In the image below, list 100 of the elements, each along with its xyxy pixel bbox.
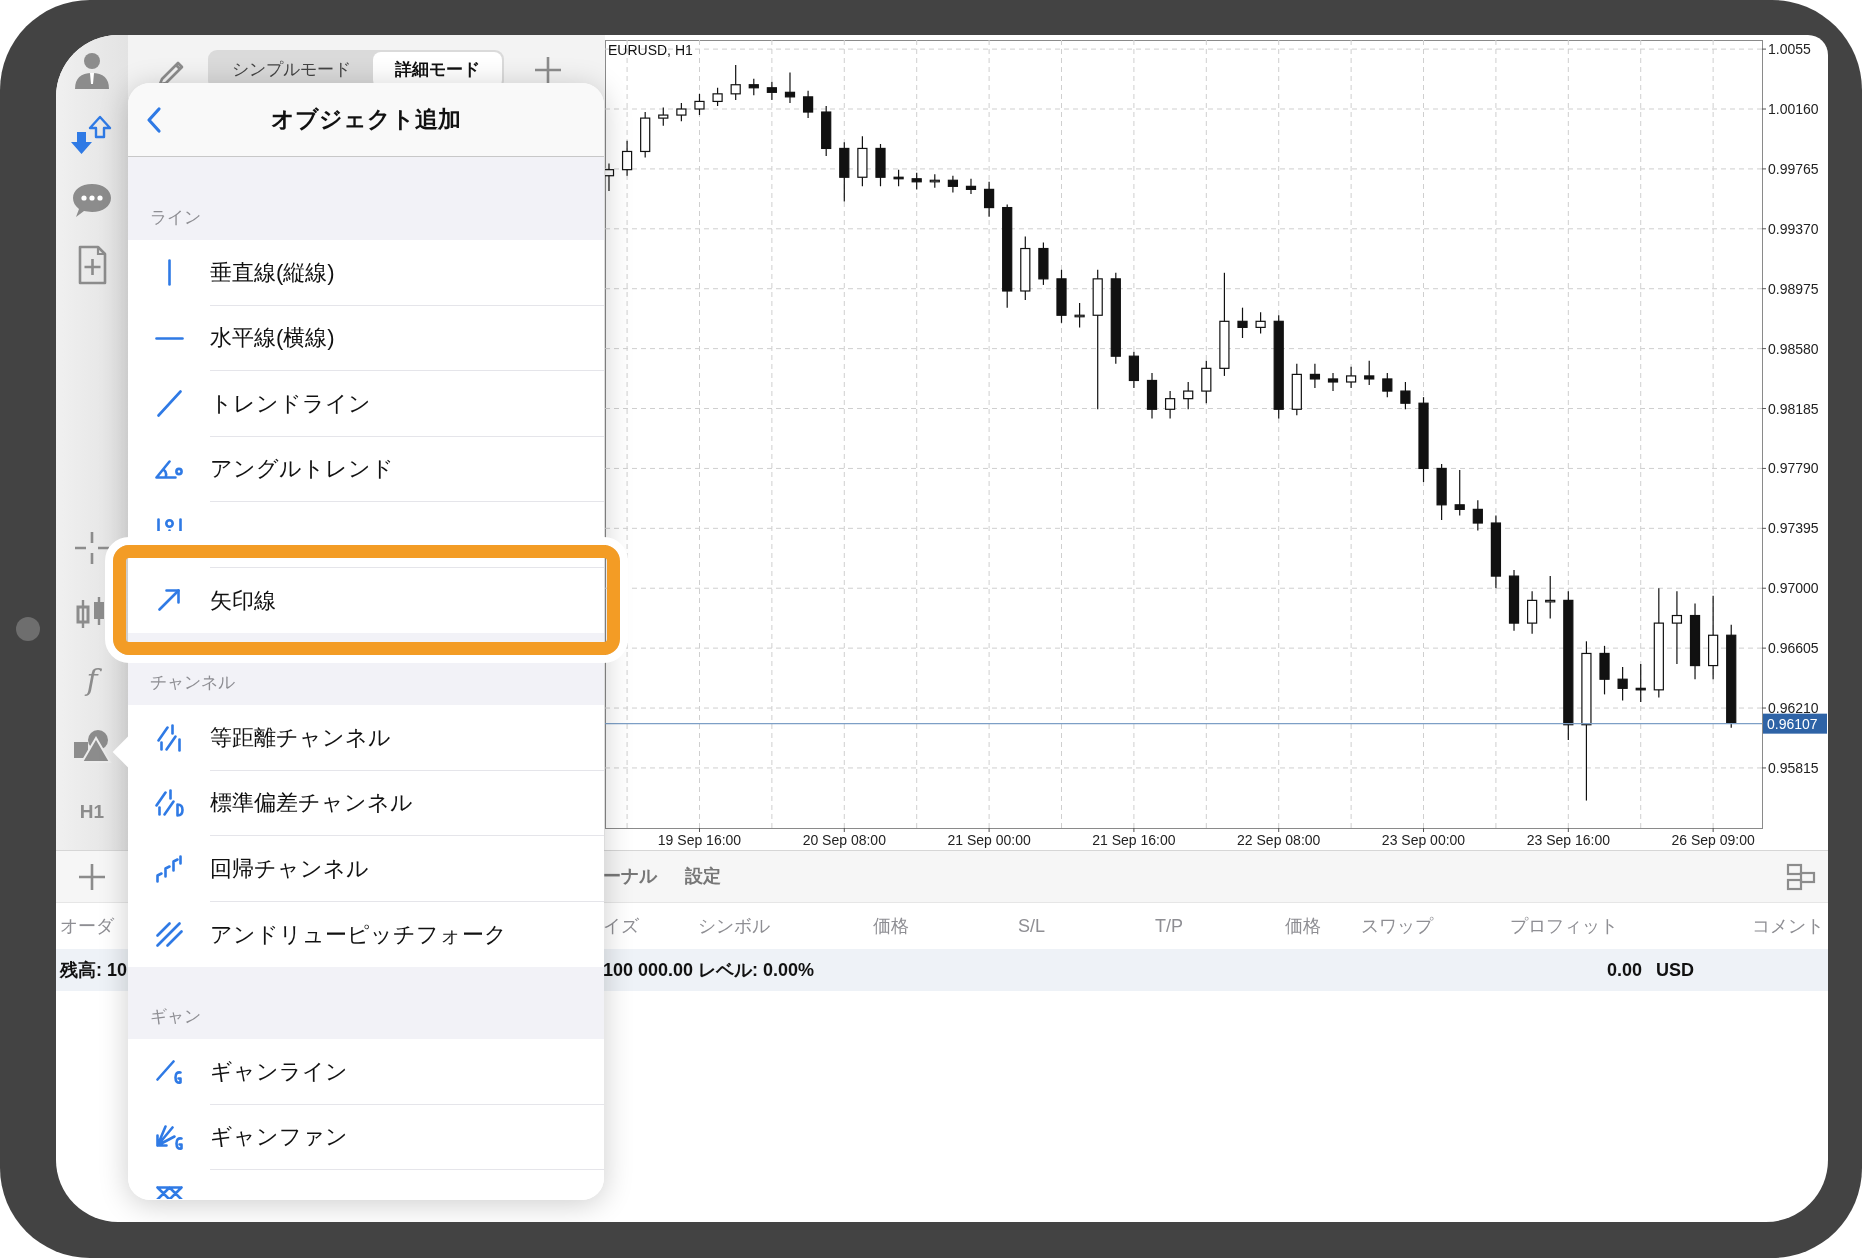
candle (929, 173, 940, 189)
column-header: スワップ (1361, 914, 1435, 938)
time-label: 23 Sep 00:00 (1381, 832, 1466, 848)
candle (1472, 499, 1483, 532)
candle (821, 105, 832, 157)
time-label: 19 Sep 16:00 (657, 832, 742, 848)
candle (802, 90, 814, 119)
candle (766, 81, 777, 101)
candle (1201, 360, 1212, 404)
time-label: 26 Sep 09:00 (1671, 832, 1755, 848)
time-label: 22 Sep 08:00 (1237, 832, 1321, 848)
time-label: 20 Sep 08:00 (802, 832, 886, 848)
tool-icon (157, 723, 181, 752)
candle (1038, 241, 1049, 286)
candle (1255, 311, 1266, 335)
candle (784, 72, 796, 104)
account-summary: 100 000.00 レベル: 0.00% (603, 958, 815, 982)
candle (640, 111, 651, 159)
tool-icon (156, 854, 182, 883)
candle (1527, 590, 1538, 635)
candle (730, 64, 741, 101)
price-label: 0.99765 (1768, 160, 1819, 177)
candle (621, 140, 633, 177)
candle (694, 93, 705, 116)
trade-icon[interactable] (71, 115, 113, 155)
menu-item[interactable]: 垂直線(縦線) (128, 240, 604, 306)
candle (1056, 269, 1067, 324)
candle (676, 102, 687, 122)
tool-icon (154, 336, 184, 340)
candle (1436, 463, 1447, 521)
menu-item[interactable]: 標準偏差チャンネル (128, 770, 604, 836)
candle (1146, 372, 1158, 419)
column-header: 価格 (873, 914, 910, 938)
candle (983, 181, 995, 218)
price-label: 0.98580 (1768, 340, 1819, 357)
back-icon (146, 105, 162, 134)
column-header: プロフィット (1510, 914, 1619, 938)
column-header: コメント (1752, 914, 1825, 938)
candle (1454, 469, 1465, 517)
tool-icon (155, 1124, 183, 1150)
price-label: 0.95815 (1768, 759, 1819, 776)
candle (1346, 366, 1357, 389)
tool-icon (154, 789, 184, 818)
camera-dot (16, 616, 40, 641)
current-price-tag: 0.96107 (1763, 713, 1827, 734)
menu-item[interactable]: ギャンファン (128, 1104, 604, 1170)
terminal-tab[interactable]: 設定 (685, 863, 721, 890)
time-label: 23 Sep 16:00 (1526, 832, 1610, 848)
candle (1364, 360, 1375, 386)
candle (1327, 372, 1339, 392)
price-label: 1.0055 (1768, 41, 1811, 58)
price-label: 0.98975 (1768, 280, 1819, 297)
chart-title: EURUSD, H1 (608, 42, 693, 58)
column-header: S/L (1018, 914, 1047, 938)
candle (1074, 302, 1085, 328)
candle (1382, 372, 1393, 398)
candle (1309, 363, 1321, 389)
candle (748, 78, 759, 96)
candle (965, 178, 977, 195)
candle (1165, 390, 1176, 419)
candle (947, 175, 958, 193)
terminal-tab[interactable]: ーナル (603, 863, 657, 890)
candle (1545, 575, 1556, 620)
candle (1599, 645, 1610, 695)
menu-item[interactable]: アングルトレンド (128, 436, 604, 502)
candle (1400, 381, 1411, 410)
profit-value: 0.00 (1606, 958, 1642, 982)
price-label: 1.00160 (1768, 101, 1819, 117)
tool-icon (154, 459, 184, 479)
candle (1128, 351, 1140, 389)
price-label: 0.98185 (1768, 400, 1819, 417)
menu-item[interactable]: ギャンライン (128, 1039, 604, 1105)
mode-tab[interactable]: シンプルモード (210, 52, 373, 88)
menu-item[interactable]: 矢印線 (128, 567, 604, 633)
ref-line-label: 0.96107 (1767, 715, 1818, 732)
popover-title: オブジェクト追加 (270, 105, 462, 135)
section-label: ギャン (150, 1005, 201, 1028)
menu-item[interactable]: アンドリューピッチフォーク (128, 901, 604, 967)
menu-item[interactable]: トレンドライン (128, 371, 604, 437)
tool-icon[interactable] (155, 1186, 183, 1199)
price-label: 0.97790 (1768, 460, 1819, 477)
candle (1020, 235, 1031, 301)
candle (1617, 666, 1628, 702)
menu-item[interactable]: 水平線(横線) (128, 305, 604, 371)
price-label: 0.97000 (1768, 580, 1819, 597)
column-header: T/P (1155, 914, 1184, 938)
candle (893, 169, 904, 187)
tool-icon (156, 390, 182, 418)
layout-icon[interactable] (1786, 861, 1816, 892)
candle (1635, 663, 1646, 703)
candle (1183, 381, 1194, 410)
menu-item[interactable]: 等距離チャンネル (128, 705, 604, 771)
candle (839, 141, 850, 203)
price-label: 0.97395 (1768, 520, 1819, 537)
balance-label: 残高: 10 (58, 958, 128, 982)
tool-icon[interactable] (156, 518, 182, 531)
column-header: オーダ (59, 914, 115, 938)
menu-item[interactable]: 回帰チャンネル (128, 836, 604, 902)
add-icon[interactable] (532, 54, 564, 86)
candle (857, 135, 868, 187)
